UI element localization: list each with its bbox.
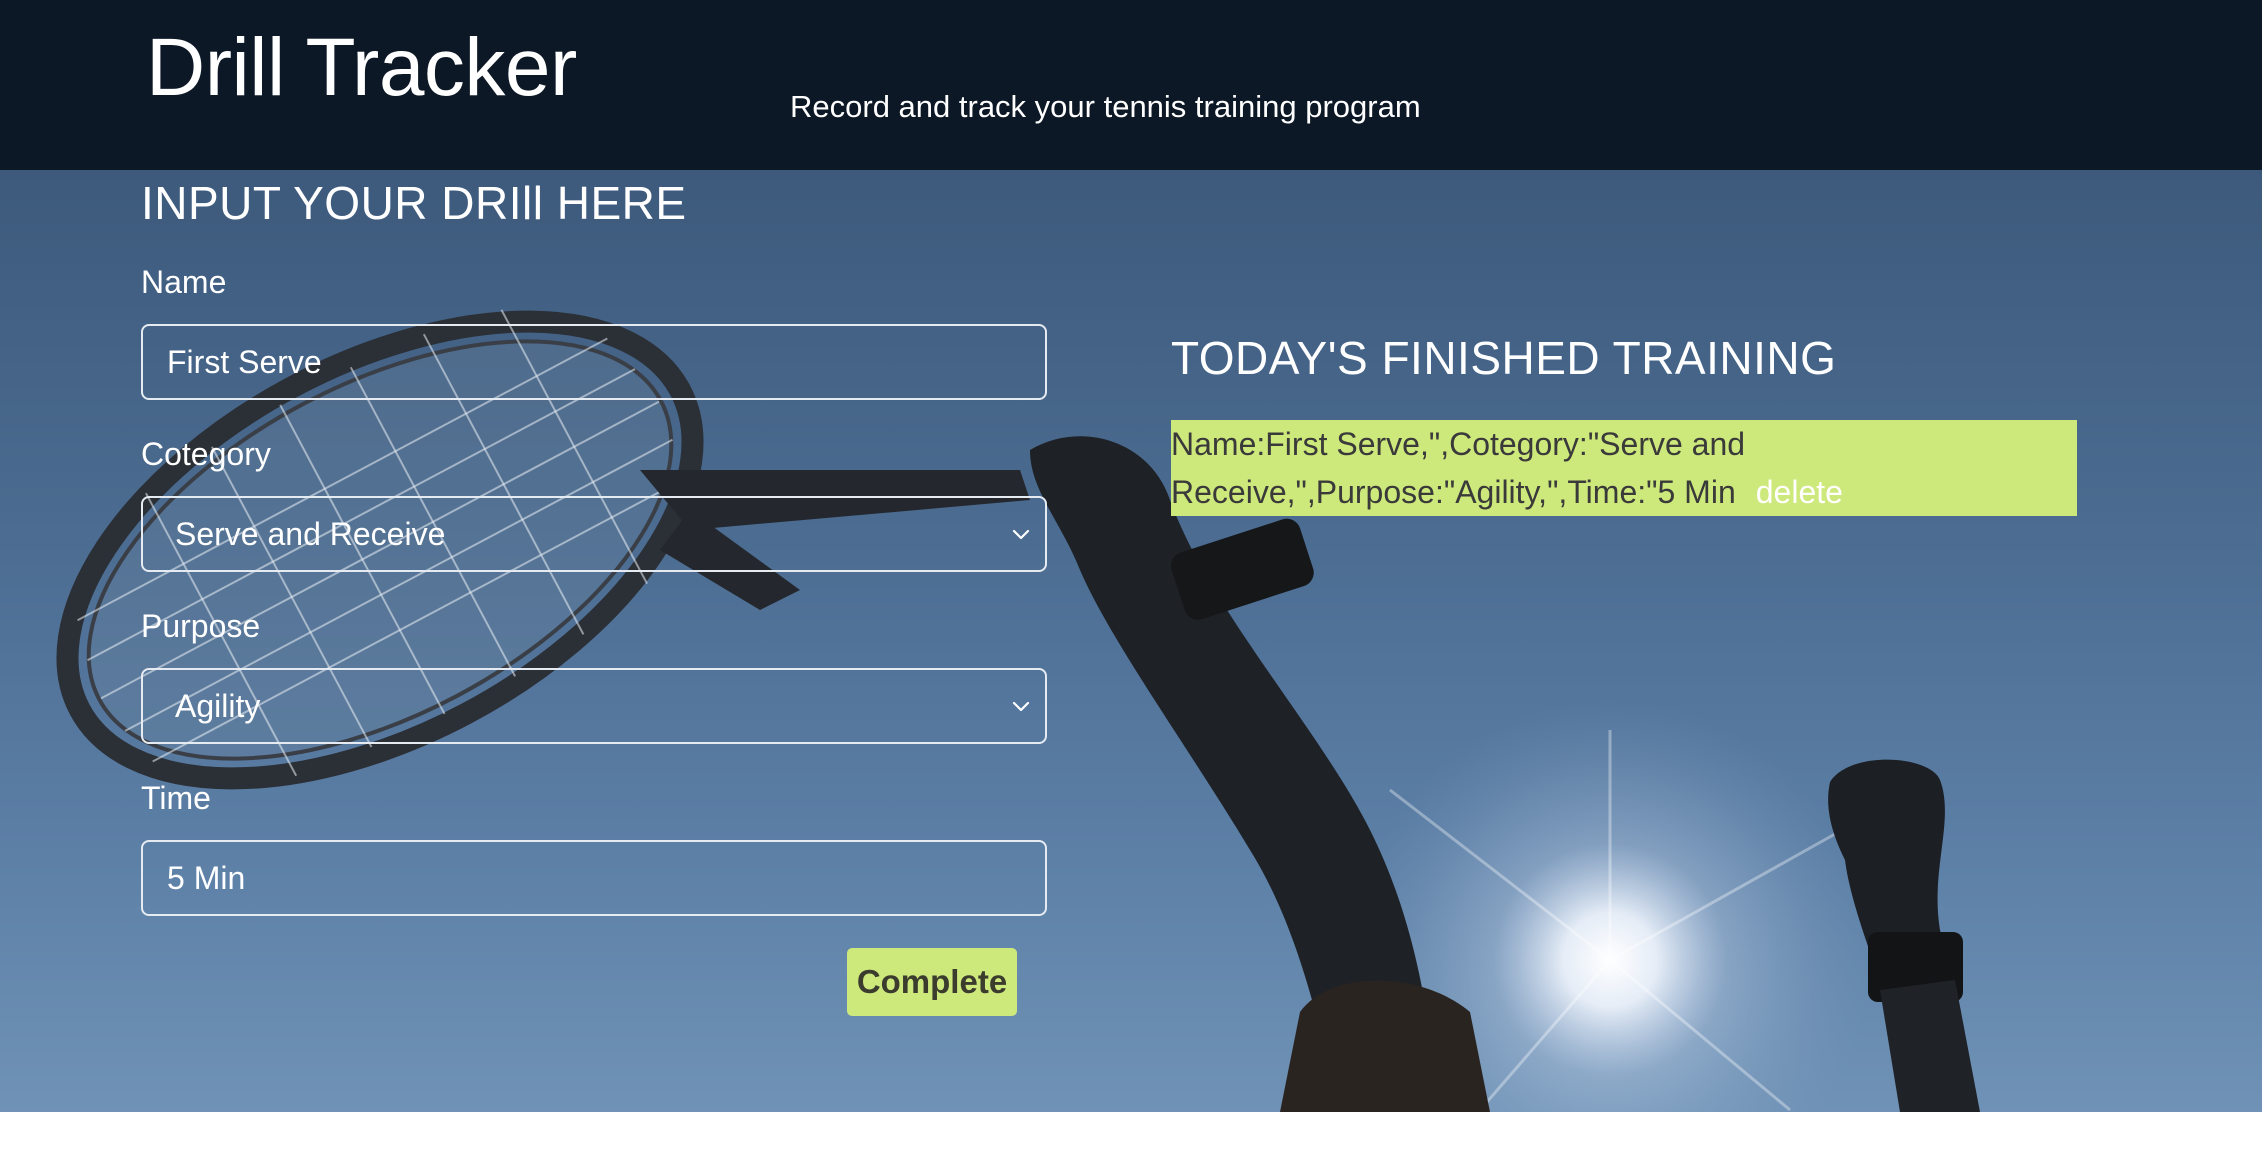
time-label: Time [141,780,211,816]
record-text-line-2: Receive,",Purpose:"Agility,",Time:"5 Min… [1171,468,2077,516]
tennis-background-image [56,309,1980,1112]
chevron-down-icon [1012,701,1030,712]
record-text-line-2-value: Receive,",Purpose:"Agility,",Time:"5 Min [1171,474,1736,510]
category-select-value: Serve and Receive [175,516,446,552]
delete-button[interactable]: delete [1756,474,1843,510]
name-input[interactable]: First Serve [141,324,1047,400]
category-select[interactable]: Serve and Receive [141,496,1047,572]
complete-button[interactable]: Complete [847,948,1017,1016]
app-header: Drill Tracker Record and track your tenn… [0,0,2262,170]
time-input-value: 5 Min [167,860,246,896]
app-subtitle: Record and track your tennis training pr… [790,89,1421,124]
app-title: Drill Tracker [146,22,577,113]
finished-training-title: TODAY'S FINISHED TRAINING [1171,332,1837,384]
purpose-label: Purpose [141,608,261,644]
form-title: INPUT YOUR DRIll HERE [141,177,687,229]
purpose-select[interactable]: Agility [141,668,1047,744]
name-input-value: First Serve [167,344,322,380]
main-content: INPUT YOUR DRIll HERE Name First Serve C… [0,170,2262,1112]
name-label: Name [141,264,227,300]
chevron-down-icon [1012,529,1030,540]
time-input[interactable]: 5 Min [141,840,1047,916]
purpose-select-value: Agility [175,688,261,724]
finished-record-item: Name:First Serve,",Cotegory:"Serve and R… [1171,420,2077,516]
record-text-line-1: Name:First Serve,",Cotegory:"Serve and [1171,426,1746,462]
category-label: Cotegory [141,436,271,472]
